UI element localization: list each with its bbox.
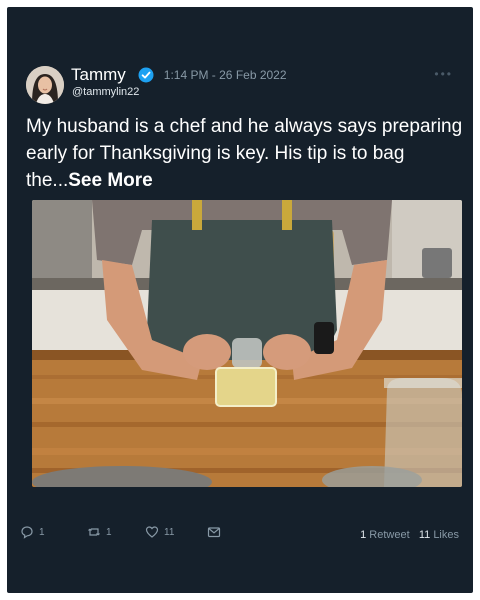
heart-icon [145, 526, 159, 538]
like-count: 11 [164, 526, 175, 538]
avatar-image [26, 66, 64, 104]
author-row: Tammy 1:14 PM - 26 Feb 2022 [71, 65, 287, 85]
like-button[interactable]: 11 [145, 525, 174, 539]
retweets-stat-value[interactable]: 1 [360, 529, 366, 541]
avatar[interactable] [26, 66, 64, 104]
reply-count: 1 [39, 526, 45, 538]
verified-badge-icon [138, 67, 154, 83]
see-more-link[interactable]: See More [68, 170, 152, 191]
likes-stat-value[interactable]: 11 [419, 529, 430, 541]
author-handle[interactable]: @tammylin22 [72, 86, 139, 98]
retweet-count: 1 [106, 526, 112, 538]
retweets-stat-label[interactable]: Retweet [369, 529, 409, 541]
reply-icon [21, 526, 33, 539]
tweet-stats: 1 Retweet 11 Likes [360, 529, 459, 541]
retweet-button[interactable]: 1 [87, 525, 112, 539]
author-display-name[interactable]: Tammy [71, 65, 126, 85]
tweet-card: Tammy 1:14 PM - 26 Feb 2022 @tammylin22 … [7, 7, 473, 593]
message-button[interactable] [207, 525, 221, 539]
tweet-media-image[interactable] [32, 200, 462, 487]
tweet-timestamp[interactable]: 1:14 PM - 26 Feb 2022 [164, 68, 287, 82]
envelope-icon [207, 527, 221, 538]
more-options-icon[interactable]: ••• [434, 67, 453, 81]
photo-of-chef-wrapping-food [32, 200, 462, 487]
likes-stat-label[interactable]: Likes [433, 529, 459, 541]
reply-button[interactable]: 1 [20, 525, 45, 539]
tweet-text: My husband is a chef and he always says … [26, 113, 471, 194]
retweet-icon [88, 528, 100, 536]
